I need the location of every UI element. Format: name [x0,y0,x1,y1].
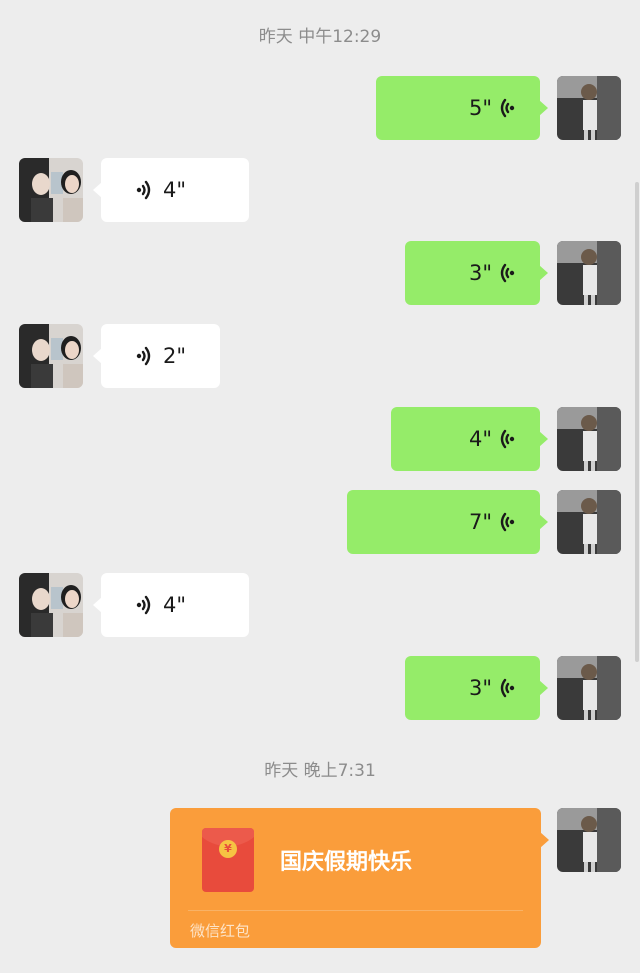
my-avatar[interactable] [557,808,621,872]
my-avatar[interactable] [557,76,621,140]
my-avatar[interactable] [557,656,621,720]
voice-wave-icon [500,95,522,121]
voice-duration: 7" [468,510,492,534]
voice-duration: 3" [468,676,492,700]
voice-message-out[interactable]: 5" [376,76,548,140]
voice-message-out[interactable]: 4" [391,407,548,471]
scrollbar[interactable] [635,182,639,662]
divider [188,910,523,911]
my-avatar[interactable] [557,490,621,554]
contact-avatar[interactable] [19,573,83,637]
coin-symbol: ¥ [219,840,237,858]
my-avatar[interactable] [557,407,621,471]
red-packet-message[interactable]: ¥ 国庆假期快乐 微信红包 [170,808,549,948]
voice-message-out[interactable]: 3" [405,241,548,305]
voice-message-out[interactable]: 3" [405,656,548,720]
voice-duration: 3" [468,261,492,285]
voice-duration: 2" [163,344,187,368]
my-avatar[interactable] [557,241,621,305]
voice-wave-icon [500,509,522,535]
red-packet-title: 国庆假期快乐 [280,850,413,875]
voice-duration: 4" [163,593,187,617]
chat-window: 昨天 中午12:29 5" 4" 3" 2" 4" 7" 4" 3" 昨天 晚上… [0,0,640,973]
voice-duration: 4" [468,427,492,451]
voice-wave-icon [129,592,151,618]
voice-duration: 5" [468,96,492,120]
red-packet-label: 微信红包 [190,922,251,940]
voice-duration: 4" [163,178,187,202]
voice-message-in[interactable]: 4" [93,573,249,637]
voice-wave-icon [500,260,522,286]
voice-wave-icon [500,675,522,701]
voice-message-in[interactable]: 2" [93,324,220,388]
timestamp: 昨天 晚上7:31 [264,761,376,781]
voice-message-in[interactable]: 4" [93,158,249,222]
contact-avatar[interactable] [19,324,83,388]
voice-message-out[interactable]: 7" [347,490,548,554]
timestamp: 昨天 中午12:29 [258,27,382,47]
voice-wave-icon [500,426,522,452]
voice-wave-icon [129,343,151,369]
contact-avatar[interactable] [19,158,83,222]
red-envelope-icon: ¥ [202,828,254,892]
voice-wave-icon [129,177,151,203]
